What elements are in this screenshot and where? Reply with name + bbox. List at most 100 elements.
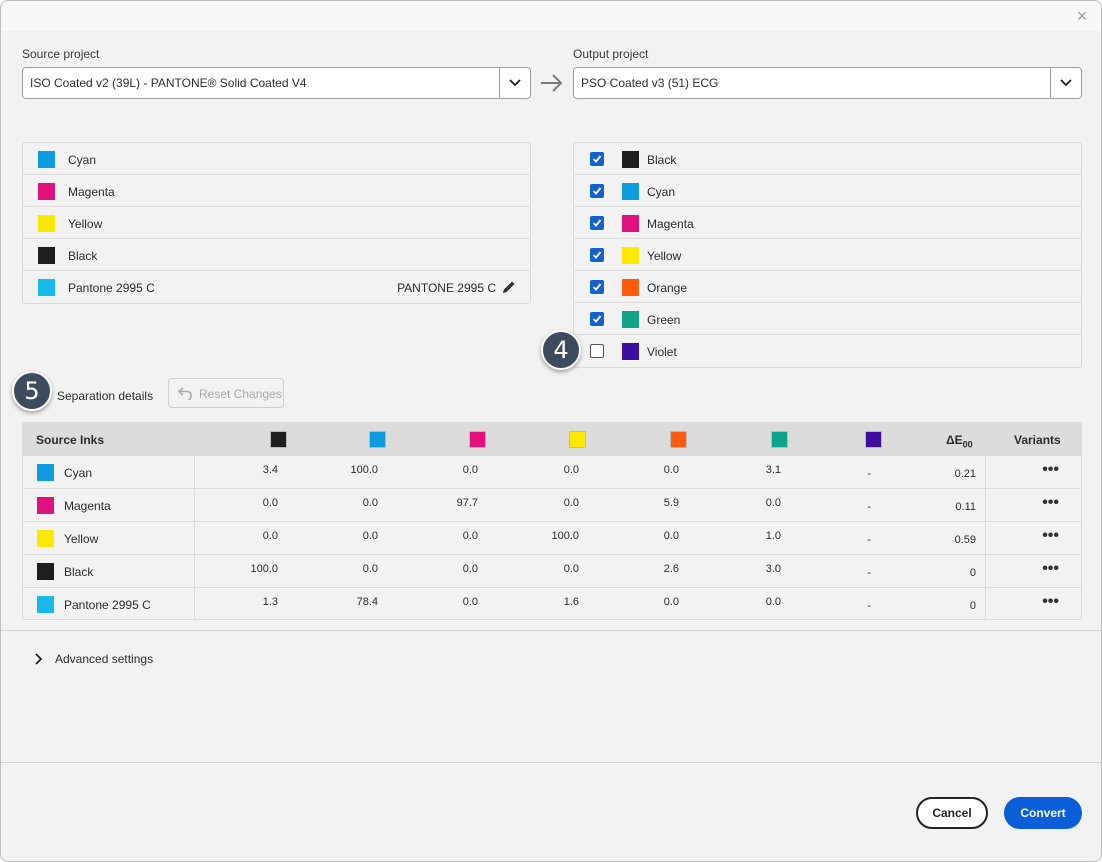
convert-dialog: × Source project ISO Coated v2 (39L) - P… [0,0,1102,862]
output-ink-row[interactable]: Green [574,303,1081,335]
delta-e-value: 0 [969,600,976,612]
source-ink-name: Pantone 2995 C [64,598,151,612]
separation-value-cell[interactable]: 0.0 [741,596,781,608]
reset-changes-label: Reset Changes [199,387,282,401]
ink-checkbox[interactable] [590,344,604,358]
checkmark-icon [592,155,602,163]
output-ink-row[interactable]: Violet [574,335,1081,367]
separation-value-cell[interactable]: 0.0 [438,464,478,476]
separation-value-cell[interactable]: 0.0 [539,497,579,509]
output-ink-row[interactable]: Yellow [574,239,1081,271]
separation-value-cell[interactable]: 0.0 [438,530,478,542]
output-project-select[interactable]: PSO Coated v3 (51) ECG [573,67,1082,99]
separation-value-cell[interactable]: - [831,501,871,513]
source-ink-row[interactable]: Pantone 2995 C PANTONE 2995 C [23,271,530,303]
output-ink-column-swatch [569,431,586,448]
ink-name: Black [68,249,98,263]
separation-value-cell[interactable]: 78.4 [338,596,378,608]
ink-name: Cyan [68,153,97,167]
separation-value-cell[interactable]: 0.0 [741,497,781,509]
arrow-right-icon [541,74,563,92]
source-ink-row[interactable]: Magenta [23,175,530,207]
separation-value-cell[interactable]: 0.0 [438,563,478,575]
separation-value-cell[interactable]: 0.0 [539,563,579,575]
separation-value-cell[interactable]: 5.9 [639,497,679,509]
ink-swatch [622,247,639,264]
separation-value-cell[interactable]: 3.1 [741,464,781,476]
ink-checkbox[interactable] [590,184,604,198]
output-ink-row[interactable]: Cyan [574,175,1081,207]
separation-value-cell[interactable]: 0.0 [238,530,278,542]
ink-name: Black [647,153,677,167]
output-ink-row[interactable]: Orange [574,271,1081,303]
header-source-inks: Source Inks [36,433,105,447]
separation-value-cell[interactable]: 0.0 [539,464,579,476]
separation-value-cell[interactable]: 100.0 [338,464,378,476]
separation-value-cell[interactable]: 0.0 [639,596,679,608]
separation-value-cell[interactable]: 0.0 [238,497,278,509]
variants-menu-icon[interactable]: ••• [1042,494,1059,512]
separation-value-cell[interactable]: 1.6 [539,596,579,608]
separation-value-cell[interactable]: - [831,567,871,579]
variants-menu-icon[interactable]: ••• [1042,560,1059,578]
reset-changes-button[interactable]: Reset Changes [168,378,284,408]
source-project-select[interactable]: ISO Coated v2 (39L) - PANTONE® Solid Coa… [22,67,531,99]
output-ink-row[interactable]: Magenta [574,207,1081,239]
chevron-down-icon [509,79,521,87]
ink-checkbox[interactable] [590,280,604,294]
ink-swatch [622,311,639,328]
pencil-icon[interactable] [501,279,517,295]
separation-value-cell[interactable]: 3.0 [741,563,781,575]
separation-value-cell[interactable]: 1.0 [741,530,781,542]
separation-value-cell[interactable]: 2.6 [639,563,679,575]
separation-value-cell[interactable]: - [831,534,871,546]
separation-value-cell[interactable]: 0.0 [338,563,378,575]
separation-value-cell[interactable]: 1.3 [238,596,278,608]
source-dropdown-button[interactable] [499,68,530,98]
variants-menu-icon[interactable]: ••• [1042,593,1059,611]
ink-swatch [38,279,55,296]
separation-value-cell[interactable]: 0.0 [438,596,478,608]
ink-checkbox[interactable] [590,152,604,166]
ink-swatch [38,183,55,200]
delta-e-label: ΔE [946,433,963,447]
output-ink-column-swatch [369,431,386,448]
header-variants: Variants [1014,433,1061,447]
separation-value-cell[interactable]: 0.0 [639,464,679,476]
ink-name: Cyan [647,185,676,199]
ink-checkbox[interactable] [590,312,604,326]
source-ink-name: Magenta [64,499,111,513]
source-ink-row[interactable]: Yellow [23,207,530,239]
variants-menu-icon[interactable]: ••• [1042,461,1059,479]
separation-value-cell[interactable]: - [831,468,871,480]
source-ink-row[interactable]: Cyan [23,143,530,175]
step-badge-4: 4 [541,330,581,370]
output-dropdown-button[interactable] [1050,68,1081,98]
source-ink-row[interactable]: Black [23,239,530,271]
ink-checkbox[interactable] [590,248,604,262]
separation-value-cell[interactable]: 0.0 [338,497,378,509]
separation-value-cell[interactable]: 97.7 [438,497,478,509]
separation-table-header: Source Inks ΔE00 Variants [23,423,1081,456]
ink-swatch [37,596,54,613]
separation-value-cell[interactable]: - [831,600,871,612]
ink-checkbox[interactable] [590,216,604,230]
cancel-button[interactable]: Cancel [916,797,988,829]
checkmark-icon [592,219,602,227]
separation-value-cell[interactable]: 0.0 [338,530,378,542]
output-ink-column-swatch [865,431,882,448]
ink-name: Magenta [68,185,115,199]
separation-value-cell[interactable]: 100.0 [238,563,278,575]
separation-value-cell[interactable]: 100.0 [539,530,579,542]
output-project-value: PSO Coated v3 (51) ECG [581,76,719,90]
output-ink-column-swatch [670,431,687,448]
convert-button[interactable]: Convert [1004,797,1082,829]
ink-swatch [622,215,639,232]
output-ink-row[interactable]: Black [574,143,1081,175]
ink-name: Violet [647,345,677,359]
separation-value-cell[interactable]: 0.0 [639,530,679,542]
source-ink-name: Cyan [64,466,93,480]
variants-menu-icon[interactable]: ••• [1042,527,1059,545]
close-icon[interactable]: × [1073,7,1091,25]
separation-value-cell[interactable]: 3.4 [238,464,278,476]
